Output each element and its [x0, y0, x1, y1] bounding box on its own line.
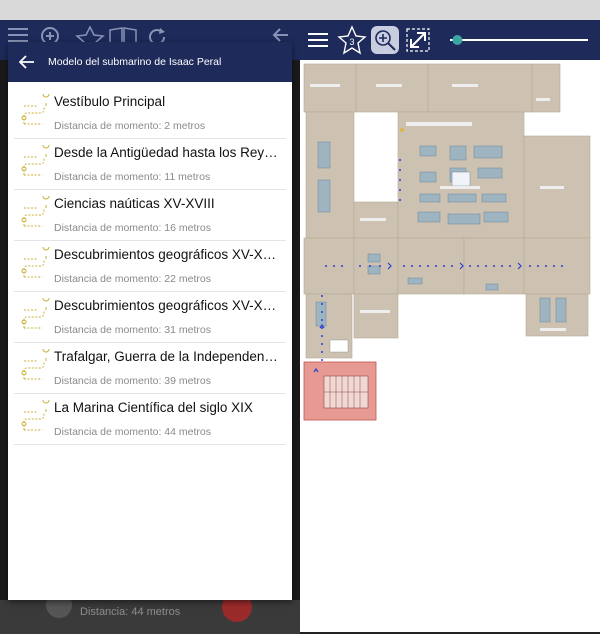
zoom-slider[interactable]	[446, 24, 592, 56]
slider-thumb[interactable]	[452, 35, 463, 45]
route-pin-icon	[21, 145, 50, 176]
room	[531, 63, 561, 113]
exhibit-list: Vestíbulo Principal Distancia de momento…	[8, 82, 292, 445]
item-title: Desde la Antigüedad hasta los Reye...	[54, 145, 280, 160]
status-bar	[300, 0, 600, 20]
room	[355, 63, 429, 113]
background-distance-text: Distancia: 44 metros	[80, 606, 181, 618]
modal-header: Modelo del submarino de Isaac Peral	[8, 42, 292, 82]
zoom-button[interactable]	[370, 24, 400, 56]
route-pin-icon	[21, 94, 50, 125]
item-title: Descubrimientos geográficos XV-XV...	[54, 298, 280, 313]
expand-icon	[406, 28, 430, 52]
room	[427, 63, 533, 113]
item-title: Trafalgar, Guerra de la Independenci...	[54, 349, 280, 364]
room	[303, 237, 355, 295]
arrow-left-icon	[19, 55, 34, 69]
room	[397, 237, 465, 295]
favorites-count: 3	[349, 37, 354, 47]
route-pin-icon	[21, 196, 50, 227]
route-pin-icon	[21, 247, 50, 278]
favorites-button[interactable]: 3	[336, 24, 368, 56]
item-title: Ciencias naúticas XV-XVIII	[54, 196, 215, 211]
item-title: Vestíbulo Principal	[54, 94, 166, 109]
list-item[interactable]: Descubrimientos geográficos XV-XV... Dis…	[14, 292, 286, 343]
star-icon: 3	[337, 25, 367, 55]
back-button[interactable]	[16, 51, 38, 73]
item-distance: Distancia de momento: 16 metros	[54, 222, 211, 234]
map-toolbar: 3	[300, 20, 600, 60]
expand-button[interactable]	[404, 24, 432, 56]
item-distance: Distancia de momento: 31 metros	[54, 324, 211, 336]
item-distance: Distancia de momento: 11 metros	[54, 171, 211, 183]
item-distance: Distancia de momento: 2 metros	[54, 120, 206, 132]
exhibits-modal: Modelo del submarino de Isaac Peral Vest…	[8, 42, 292, 600]
list-item[interactable]: Trafalgar, Guerra de la Independenci... …	[14, 343, 286, 394]
item-title: La Marina Científica del siglo XIX	[54, 400, 253, 415]
item-distance: Distancia de momento: 22 metros	[54, 273, 211, 285]
item-distance: Distancia de momento: 44 metros	[54, 426, 211, 438]
list-item[interactable]: Vestíbulo Principal Distancia de momento…	[14, 88, 286, 139]
right-screen: 3	[300, 0, 600, 634]
modal-title: Modelo del submarino de Isaac Peral	[48, 56, 222, 68]
room	[523, 237, 591, 295]
item-title: Descubrimientos geográficos XV-XV...	[54, 247, 280, 262]
route-pin-icon	[21, 349, 50, 380]
list-item[interactable]: La Marina Científica del siglo XIX Dista…	[14, 394, 286, 445]
list-item[interactable]: Descubrimientos geográficos XV-XV... Dis…	[14, 241, 286, 292]
room	[303, 63, 357, 113]
route-pin-icon	[21, 298, 50, 329]
list-item[interactable]: Ciencias naúticas XV-XVIII Distancia de …	[14, 190, 286, 241]
list-item[interactable]: Desde la Antigüedad hasta los Reye... Di…	[14, 139, 286, 190]
room	[305, 111, 355, 239]
left-screen: Distancia: 44 metros Modelo del submarin…	[0, 0, 300, 634]
item-distance: Distancia de momento: 39 metros	[54, 375, 211, 387]
room	[353, 293, 399, 339]
floor-plan	[303, 63, 591, 421]
status-bar	[0, 0, 300, 20]
menu-icon	[308, 33, 328, 47]
menu-button[interactable]	[306, 24, 330, 56]
slider-track	[450, 39, 588, 41]
zoom-in-icon	[371, 26, 399, 54]
route-pin-icon	[21, 400, 50, 431]
floor-map[interactable]	[300, 60, 600, 634]
